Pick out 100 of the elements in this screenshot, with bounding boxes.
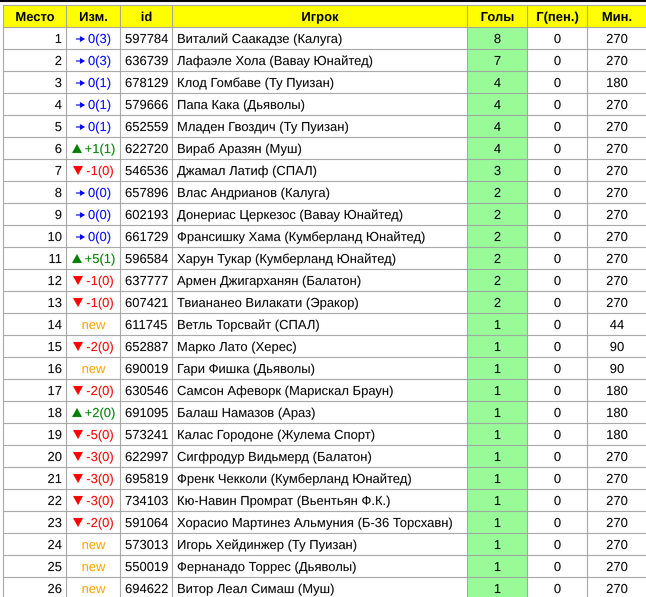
player-cell: Френк Чекколи (Кумберланд Юнайтед): [172, 468, 468, 490]
change-text: -3(0): [86, 448, 114, 466]
penalty-goals-cell: 0: [528, 28, 588, 50]
id-cell: 691095: [120, 402, 172, 424]
goals-cell: 4: [468, 138, 528, 160]
id-cell: 690019: [120, 358, 172, 380]
place-cell: 5: [4, 116, 66, 138]
penalty-goals-cell: 0: [528, 336, 588, 358]
player-cell: Папа Кака (Дьяволы): [172, 94, 468, 116]
change-text: -2(0): [86, 382, 114, 400]
change-text: -1(0): [86, 162, 114, 180]
id-cell: 596584: [120, 248, 172, 270]
place-cell: 10: [4, 226, 66, 248]
player-cell: Хорасио Мартинез Альмуния (Б-36 Торсхавн): [172, 512, 468, 534]
penalty-goals-cell: 0: [528, 358, 588, 380]
player-cell: Влас Андрианов (Калуга): [172, 182, 468, 204]
column-header: Г(пен.): [528, 6, 588, 28]
place-cell: 13: [4, 292, 66, 314]
penalty-goals-cell: 0: [528, 314, 588, 336]
change-text: -1(0): [86, 294, 114, 312]
change-text: new: [82, 360, 106, 378]
goals-cell: 2: [468, 292, 528, 314]
place-cell: 17: [4, 380, 66, 402]
penalty-goals-cell: 0: [528, 204, 588, 226]
player-cell: Виталий Саакадзе (Калуга): [172, 28, 468, 50]
id-cell: 579666: [120, 94, 172, 116]
up-triangle-icon: [72, 254, 82, 263]
player-cell: Марко Лато (Херес): [172, 336, 468, 358]
id-cell: 637777: [120, 270, 172, 292]
penalty-goals-cell: 0: [528, 490, 588, 512]
id-cell: 630546: [120, 380, 172, 402]
goals-cell: 1: [468, 512, 528, 534]
id-cell: 611745: [120, 314, 172, 336]
down-triangle-icon: [73, 166, 84, 175]
column-header: Место: [4, 6, 66, 28]
place-cell: 4: [4, 94, 66, 116]
down-triangle-icon: [73, 386, 84, 395]
change-text: -1(0): [86, 272, 114, 290]
player-cell: Донериас Церкезос (Вавау Юнайтед): [172, 204, 468, 226]
id-cell: 678129: [120, 72, 172, 94]
place-cell: 18: [4, 402, 66, 424]
penalty-goals-cell: 0: [528, 226, 588, 248]
place-cell: 8: [4, 182, 66, 204]
change-text: -3(0): [86, 470, 114, 488]
change-text: 0(0): [88, 184, 112, 202]
place-cell: 2: [4, 50, 66, 72]
change-text: 0(1): [88, 96, 112, 114]
down-triangle-icon: [73, 430, 84, 439]
place-cell: 23: [4, 512, 66, 534]
goals-cell: 2: [468, 248, 528, 270]
penalty-goals-cell: 0: [528, 446, 588, 468]
goals-cell: 1: [468, 358, 528, 380]
player-cell: Харун Тукар (Кумберланд Юнайтед): [172, 248, 468, 270]
penalty-goals-cell: 0: [528, 380, 588, 402]
id-cell: 636739: [120, 50, 172, 72]
penalty-goals-cell: 0: [528, 116, 588, 138]
column-header: Голы: [468, 6, 528, 28]
player-cell: Франсишку Хама (Кумберланд Юнайтед): [172, 226, 468, 248]
goals-cell: 8: [468, 28, 528, 50]
place-cell: 22: [4, 490, 66, 512]
player-cell: Гари Фишка (Дьяволы): [172, 358, 468, 380]
place-cell: 24: [4, 534, 66, 556]
id-cell: 546536: [120, 160, 172, 182]
down-triangle-icon: [73, 496, 84, 505]
player-cell: Самсон Афеворк (Марискал Браун): [172, 380, 468, 402]
up-triangle-icon: [72, 408, 82, 417]
id-cell: 652887: [120, 336, 172, 358]
change-text: +2(0): [84, 404, 116, 422]
goals-cell: 4: [468, 94, 528, 116]
change-text: 0(3): [88, 52, 112, 70]
id-cell: 734103: [120, 490, 172, 512]
penalty-goals-cell: 0: [528, 534, 588, 556]
player-cell: Лафаэле Хола (Вавау Юнайтед): [172, 50, 468, 72]
column-header: Мин.: [588, 6, 646, 28]
change-text: 0(1): [88, 118, 112, 136]
goals-cell: 1: [468, 534, 528, 556]
penalty-goals-cell: 0: [528, 182, 588, 204]
player-cell: Калас Городоне (Жулема Спорт): [172, 424, 468, 446]
goals-cell: 2: [468, 226, 528, 248]
id-cell: 602193: [120, 204, 172, 226]
place-cell: 26: [4, 578, 66, 597]
column-header: Изм.: [66, 6, 120, 28]
penalty-goals-cell: 0: [528, 50, 588, 72]
goals-cell: 1: [468, 490, 528, 512]
penalty-goals-cell: 0: [528, 94, 588, 116]
place-cell: 3: [4, 72, 66, 94]
place-cell: 25: [4, 556, 66, 578]
change-text: +1(1): [84, 140, 116, 158]
penalty-goals-cell: 0: [528, 270, 588, 292]
change-text: -3(0): [86, 492, 114, 510]
goals-cell: 1: [468, 468, 528, 490]
place-cell: 21: [4, 468, 66, 490]
penalty-goals-cell: 0: [528, 556, 588, 578]
change-text: -2(0): [86, 514, 114, 532]
down-triangle-icon: [73, 298, 84, 307]
goals-cell: 2: [468, 204, 528, 226]
player-cell: Джамал Латиф (СПАЛ): [172, 160, 468, 182]
id-cell: 607421: [120, 292, 172, 314]
player-cell: Армен Джигарханян (Балатон): [172, 270, 468, 292]
place-cell: 19: [4, 424, 66, 446]
